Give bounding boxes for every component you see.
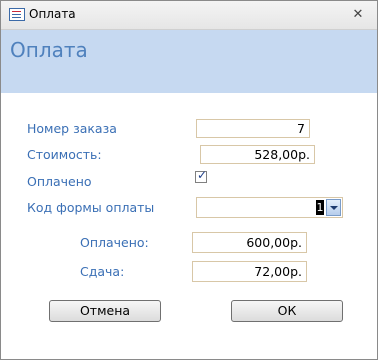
payment-dialog-window: Оплата ✕ Оплата Номер заказа 7 Стоимость… (0, 0, 378, 360)
checkmark-icon: ✓ (197, 168, 208, 182)
paid-amount-label: Оплачено: (80, 235, 149, 250)
payment-form-code-combobox[interactable]: 1 (196, 197, 343, 218)
payment-form-code-value: 1 (316, 200, 324, 215)
cost-label: Стоимость: (27, 147, 102, 162)
change-label: Сдача: (80, 264, 125, 279)
close-button[interactable]: ✕ (349, 6, 367, 24)
order-number-field[interactable]: 7 (196, 119, 310, 138)
cancel-button[interactable]: Отмена (49, 300, 161, 322)
paid-checkbox[interactable]: ✓ (195, 168, 208, 183)
form-title: Оплата (10, 38, 88, 62)
window-title: Оплата (29, 7, 76, 21)
order-number-label: Номер заказа (27, 121, 117, 136)
dropdown-arrow-icon[interactable] (326, 199, 341, 216)
form-header: Оплата (1, 30, 377, 93)
ok-button[interactable]: ОК (231, 300, 343, 322)
title-bar[interactable]: Оплата ✕ (1, 1, 377, 30)
paid-checkbox-label: Оплачено (27, 174, 92, 189)
form-icon (9, 8, 25, 21)
payment-form-code-label: Код формы оплаты (27, 200, 155, 215)
cost-field[interactable]: 528,00р. (200, 145, 315, 164)
change-field[interactable]: 72,00р. (192, 261, 307, 282)
paid-amount-field[interactable]: 600,00р. (192, 232, 307, 253)
